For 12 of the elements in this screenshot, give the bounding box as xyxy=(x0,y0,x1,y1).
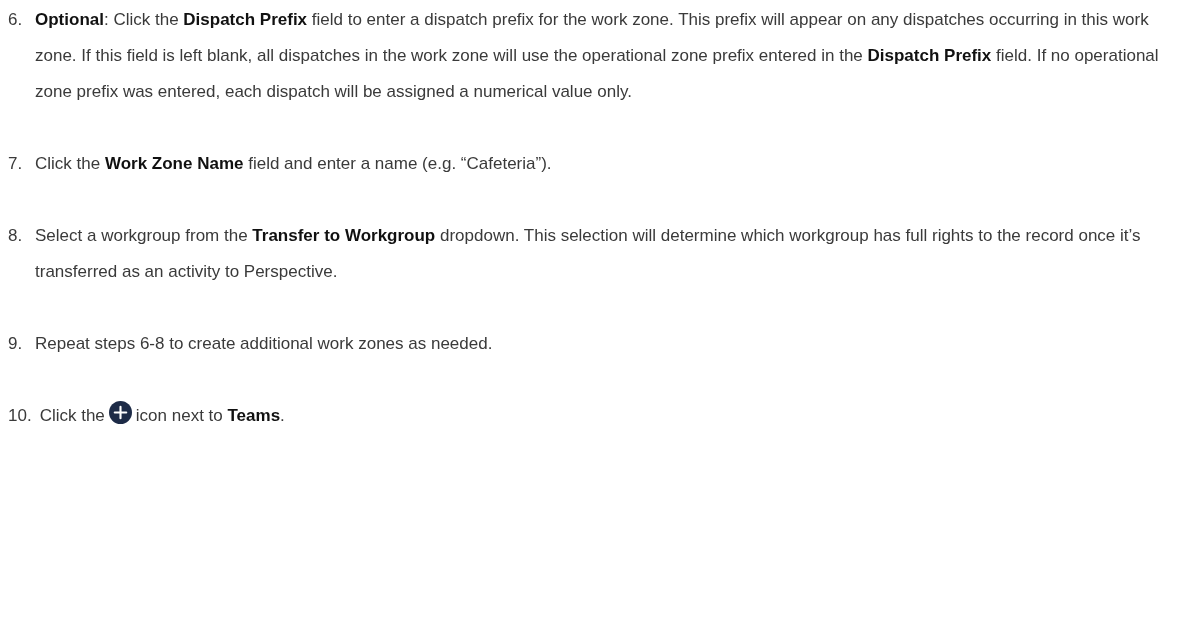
step-text: Optional: Click the Dispatch Prefix field to enter a dispatch prefix for the work zone. This prefix will appear on any dispatches occurring in this work zone. If this field is left blank, all dispatches in the work zone will use the operational zone prefix entered in the Dispatch Prefix field. If no operational zone prefix was entered, each dispatch will be assigned a numerical value only. xyxy=(35,9,1160,103)
step-number: 9. xyxy=(8,333,24,355)
step-text: icon next to Teams. xyxy=(135,405,285,427)
step-text: Select a workgroup from the Transfer to Workgroup dropdown. This selection will determine which workgroup has full rights to the record once it’s transferred as an activity to Perspective. xyxy=(35,225,1142,283)
step-number: 7. xyxy=(8,153,24,175)
step-text: Click the xyxy=(39,405,105,427)
step-text: Repeat steps 6-8 to create additional work zones as needed. xyxy=(35,333,494,355)
step-number: 10. xyxy=(8,405,32,427)
step-text: Click the Work Zone Name field and enter a name (e.g. “Cafeteria”). xyxy=(35,153,553,175)
step-number: 6. xyxy=(8,9,24,31)
plus-circle-icon xyxy=(108,400,132,424)
step-number: 8. xyxy=(8,225,24,247)
